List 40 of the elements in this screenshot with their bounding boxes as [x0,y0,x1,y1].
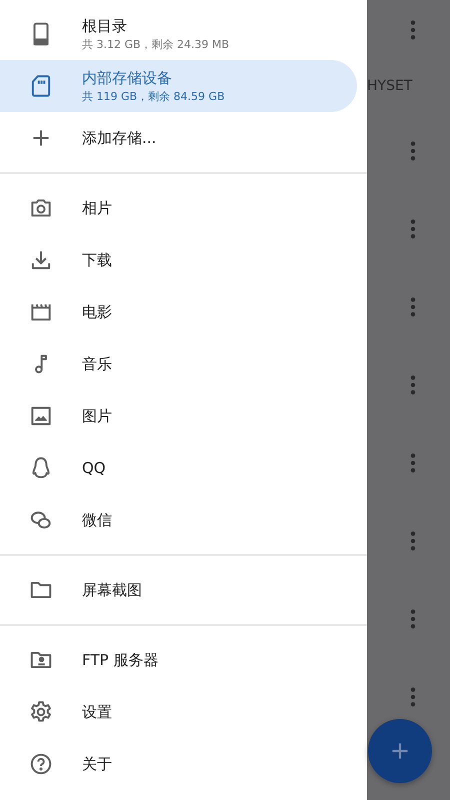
item-title: 微信 [82,510,112,530]
drawer-item[interactable]: 添加存储... [0,112,357,164]
more-icon[interactable] [410,141,416,161]
drawer-item[interactable]: FTP 服务器 [0,634,357,686]
more-icon[interactable] [410,609,416,629]
drawer-item[interactable]: 设置 [0,686,357,738]
item-title: 添加存储... [82,128,156,148]
item-title: 关于 [82,754,112,774]
item-title: 音乐 [82,354,112,374]
item-title: 相片 [82,198,112,218]
item-title: 屏幕截图 [82,580,142,600]
more-icon[interactable] [410,375,416,395]
more-icon[interactable] [410,20,416,40]
item-title: 下载 [82,250,112,270]
drawer-item[interactable]: 音乐 [0,338,357,390]
item-title: FTP 服务器 [82,650,158,670]
drawer-item[interactable]: 内部存储设备 共 119 GB，剩余 84.59 GB [0,60,357,112]
drawer-item[interactable]: 关于 [0,738,357,790]
more-icon[interactable] [410,453,416,473]
item-title: QQ [82,459,106,477]
drawer-item[interactable]: 图片 [0,390,357,442]
item-subtitle: 共 3.12 GB，剩余 24.39 MB [82,36,230,52]
more-icon[interactable] [410,219,416,239]
drawer-item[interactable]: 根目录 共 3.12 GB，剩余 24.39 MB [0,8,357,60]
drawer-item[interactable]: 电影 [0,286,357,338]
drawer-item[interactable]: 屏幕截图 [0,564,357,616]
more-icon[interactable] [410,531,416,551]
help-icon [28,751,54,777]
item-title: 电影 [82,302,112,322]
drawer-item[interactable]: QQ [0,442,357,494]
item-title: 图片 [82,406,112,426]
item-subtitle: 共 119 GB，剩余 84.59 GB [82,88,225,104]
item-title: 根目录 [82,16,128,36]
more-icon[interactable] [410,297,416,317]
drawer-item[interactable]: 下载 [0,234,357,286]
item-title: 设置 [82,702,112,722]
drawer-item[interactable]: 微信 [0,494,357,546]
more-icon[interactable] [410,687,416,707]
item-title: 内部存储设备 [82,68,173,88]
drawer-item[interactable]: 相片 [0,182,357,234]
